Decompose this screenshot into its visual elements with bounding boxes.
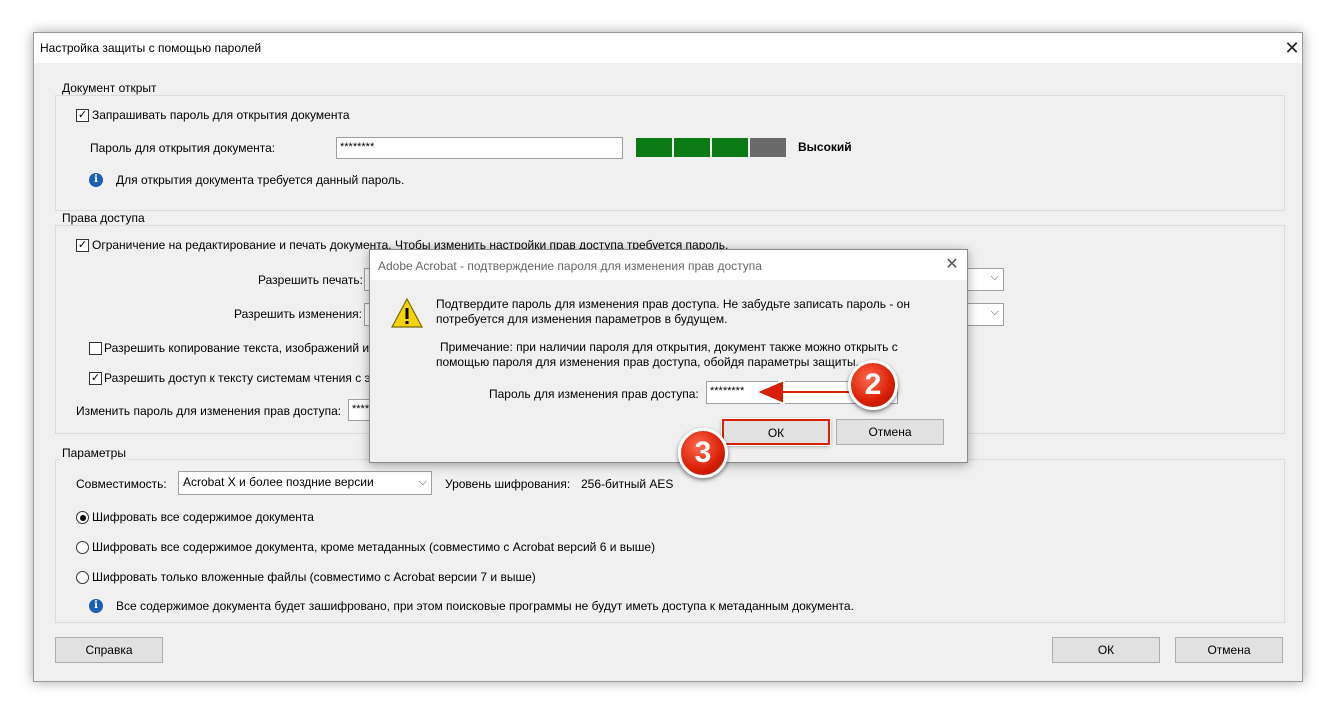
compatibility-value: Acrobat X и более поздние версии: [183, 475, 374, 489]
document-open-group-title: Документ открыт: [59, 81, 160, 95]
chevron-down-icon: ⌵: [990, 271, 999, 283]
help-button[interactable]: Справка: [55, 637, 163, 663]
encrypt-all-label: Шифровать все содержимое документа: [92, 510, 314, 524]
dialog-cancel-button[interactable]: Отмена: [836, 419, 944, 445]
parameters-group-title: Параметры: [59, 446, 129, 460]
restrict-editing-checkbox[interactable]: ✓: [76, 239, 89, 252]
window-title: Настройка защиты с помощью паролей: [40, 41, 262, 55]
step-3-callout: 3: [678, 428, 728, 478]
strength-segment: [750, 138, 786, 157]
strength-segment: [712, 138, 748, 157]
encrypt-except-metadata-label: Шифровать все содержимое документа, кром…: [92, 540, 656, 554]
info-icon: i: [89, 599, 103, 613]
allow-screenreader-label: Разрешить доступ к тексту системам чтени…: [104, 371, 376, 385]
dialog-password-label: Пароль для изменения прав доступа:: [489, 387, 699, 401]
ok-button[interactable]: ОК: [1052, 637, 1160, 663]
open-password-label: Пароль для открытия документа:: [90, 141, 276, 155]
open-password-input[interactable]: ********: [336, 137, 623, 159]
encrypt-except-metadata-radio[interactable]: [76, 541, 89, 554]
confirm-password-dialog: Adobe Acrobat - подтверждение пароля для…: [369, 249, 968, 463]
allow-print-label: Разрешить печать:: [258, 273, 363, 287]
chevron-down-icon: ⌵: [990, 306, 999, 318]
dialog-ok-button[interactable]: ОК: [722, 419, 830, 445]
encrypt-attachments-label: Шифровать только вложенные файлы (совмес…: [92, 570, 536, 584]
arrow-left-icon: [753, 378, 859, 406]
warning-icon: [390, 297, 424, 328]
compatibility-label: Совместимость:: [76, 477, 167, 491]
permissions-group-title: Права доступа: [59, 211, 148, 225]
info-icon: i: [89, 173, 103, 187]
open-password-info: Для открытия документа требуется данный …: [116, 173, 405, 187]
allow-changes-label: Разрешить изменения:: [234, 307, 362, 321]
allow-screenreader-checkbox[interactable]: ✓: [89, 372, 102, 385]
encryption-level-label: Уровень шифрования:: [445, 477, 571, 491]
strength-segment: [636, 138, 672, 157]
encrypt-all-radio[interactable]: [76, 511, 89, 524]
change-permissions-password-label: Изменить пароль для изменения прав досту…: [76, 404, 342, 418]
step-2-callout: 2: [848, 360, 898, 410]
dialog-note: Примечание: при наличии пароля для откры…: [436, 340, 898, 369]
require-open-password-label: Запрашивать пароль для открытия документ…: [92, 108, 350, 122]
close-icon[interactable]: ✕: [1280, 37, 1304, 59]
allow-copy-label: Разрешить копирование текста, изображени…: [104, 341, 370, 355]
strength-segment: [674, 138, 710, 157]
compatibility-select[interactable]: Acrobat X и более поздние версии ⌵: [178, 471, 432, 495]
encryption-level-value: 256-битный AES: [581, 477, 674, 491]
encryption-info: Все содержимое документа будет зашифрова…: [116, 599, 854, 613]
window-titlebar: Настройка защиты с помощью паролей ✕: [34, 33, 1302, 63]
allow-copy-checkbox[interactable]: [89, 342, 102, 355]
dialog-titlebar: Adobe Acrobat - подтверждение пароля для…: [370, 250, 967, 280]
cancel-button[interactable]: Отмена: [1175, 637, 1283, 663]
dialog-title: Adobe Acrobat - подтверждение пароля для…: [378, 259, 762, 273]
require-open-password-checkbox[interactable]: ✓: [76, 109, 89, 122]
password-strength-meter: [636, 138, 786, 157]
strength-label: Высокий: [798, 140, 852, 154]
close-icon[interactable]: ✕: [940, 254, 964, 276]
dialog-message: Подтвердите пароль для изменения прав до…: [436, 297, 910, 326]
encrypt-attachments-radio[interactable]: [76, 571, 89, 584]
chevron-down-icon: ⌵: [418, 476, 427, 488]
